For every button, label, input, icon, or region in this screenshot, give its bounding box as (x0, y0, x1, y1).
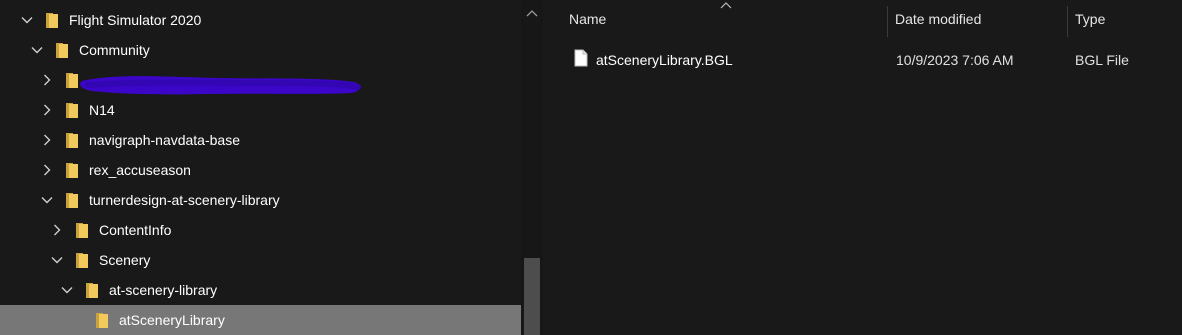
tree-item-atscenerylibrary[interactable]: atSceneryLibrary (0, 305, 521, 335)
file-icon (574, 49, 588, 67)
folder-icon (66, 103, 78, 118)
folder-icon (76, 223, 88, 238)
file-list-pane[interactable]: Name Date modified Type atSceneryLibrary… (543, 0, 1182, 335)
nav-scroll-thumb[interactable] (524, 258, 540, 335)
tree-item-label: Flight Simulator 2020 (69, 12, 202, 28)
chevron-down-icon[interactable] (30, 43, 44, 57)
tree-item-navigraph-navdata-base[interactable]: navigraph-navdata-base (0, 125, 521, 155)
folder-icon (66, 163, 78, 178)
column-header-label: Name (569, 11, 607, 27)
chevron-right-icon[interactable] (40, 73, 54, 87)
chevron-down-icon[interactable] (40, 193, 54, 207)
tree-item-label: navigraph-navdata-base (89, 132, 240, 148)
folder-icon (66, 73, 78, 88)
folder-icon (86, 283, 98, 298)
column-header-date-modified[interactable]: Date modified (895, 0, 1065, 38)
file-type: BGL File (1075, 52, 1129, 68)
folder-icon (56, 43, 68, 58)
tree-item-community[interactable]: Community (0, 35, 521, 65)
tree-item-label: Community (79, 42, 150, 58)
tree-item-label: at-scenery-library (109, 282, 218, 298)
tree-item-label: N14 (89, 102, 115, 118)
column-header-type[interactable]: Type (1075, 0, 1175, 38)
column-header-name[interactable]: Name (569, 0, 883, 38)
tree-item-flight-simulator-2020[interactable]: Flight Simulator 2020 (0, 5, 521, 35)
folder-icon (76, 253, 88, 268)
scroll-up-icon[interactable] (526, 5, 538, 17)
tree-item-label: turnerdesign-at-scenery-library (89, 192, 280, 208)
folder-icon (66, 193, 78, 208)
tree-item-label: Scenery (99, 252, 151, 268)
tree-item-contentinfo[interactable]: ContentInfo (0, 215, 521, 245)
chevron-right-icon[interactable] (50, 223, 64, 237)
tree-item-label: ContentInfo (99, 222, 172, 238)
tree-item-turnerdesign-at-scenery-library[interactable]: turnerdesign-at-scenery-library (0, 185, 521, 215)
folder-icon (96, 313, 108, 328)
tree-item-n14[interactable]: N14 (0, 95, 521, 125)
file-explorer-window: Flight Simulator 2020 Community N14 navi… (0, 0, 1182, 335)
file-name: atSceneryLibrary.BGL (596, 52, 733, 68)
redaction-scribble (80, 76, 361, 95)
column-divider[interactable] (887, 6, 888, 37)
tree-item-scenery[interactable]: Scenery (0, 245, 521, 275)
file-row[interactable]: atSceneryLibrary.BGL 10/9/2023 7:06 AM B… (543, 45, 1182, 75)
folder-icon (46, 13, 58, 28)
chevron-right-icon[interactable] (40, 133, 54, 147)
chevron-right-icon[interactable] (40, 163, 54, 177)
column-header-label: Type (1075, 11, 1106, 27)
file-date-modified: 10/9/2023 7:06 AM (896, 52, 1014, 68)
tree-item-label: rex_accuseason (89, 162, 191, 178)
tree-item-at-scenery-library[interactable]: at-scenery-library (0, 275, 521, 305)
folder-icon (66, 133, 78, 148)
tree-item-rex-accuseason[interactable]: rex_accuseason (0, 155, 521, 185)
column-divider[interactable] (1067, 6, 1068, 37)
chevron-down-icon[interactable] (50, 253, 64, 267)
chevron-right-icon[interactable] (40, 103, 54, 117)
chevron-down-icon[interactable] (60, 283, 74, 297)
tree-item-label: atSceneryLibrary (119, 312, 225, 328)
column-header-label: Date modified (895, 11, 982, 27)
chevron-down-icon[interactable] (20, 13, 34, 27)
navigation-pane[interactable]: Flight Simulator 2020 Community N14 navi… (0, 0, 521, 335)
